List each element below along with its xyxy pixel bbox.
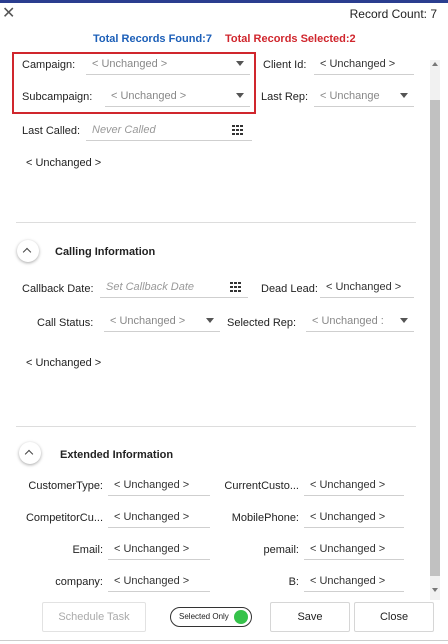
extended-section-title: Extended Information [60,449,174,461]
extended-left-label: CustomerType: [28,480,103,492]
subcampaign-select[interactable]: < Unchanged > [105,85,250,107]
schedule-task-button[interactable]: Schedule Task [42,602,146,632]
extended-left-label: Email: [72,544,103,556]
campaign-label: Campaign: [22,59,76,71]
window-top-bar [0,0,448,3]
chevron-down-icon [206,318,214,323]
dead-lead-label: Dead Lead: [261,283,318,295]
call-status-select[interactable]: < Unchanged > [104,310,220,332]
extended-right-field[interactable]: < Unchanged > [304,570,404,592]
last-called-field[interactable]: Never Called [86,119,252,141]
collapse-extended-button[interactable] [19,442,41,464]
scrollbar-thumb[interactable] [430,100,440,576]
extended-right-label: CurrentCusto... [224,480,299,492]
calendar-icon[interactable] [230,282,242,293]
campaign-select[interactable]: < Unchanged > [86,53,250,75]
calling-notes-value[interactable]: < Unchanged > [26,357,101,369]
chevron-down-icon [400,93,408,98]
last-rep-value: < Unchange [320,90,380,102]
close-icon[interactable]: ✕ [2,5,15,23]
extended-left-field[interactable]: < Unchanged > [108,506,210,528]
callback-date-placeholder: Set Callback Date [106,281,195,293]
extended-left-field[interactable]: < Unchanged > [108,474,210,496]
client-id-field[interactable]: < Unchanged > [314,53,414,75]
extended-right-field[interactable]: < Unchanged > [304,474,404,496]
subcampaign-label: Subcampaign: [22,91,93,103]
dead-lead-field[interactable]: < Unchanged > [320,276,414,298]
extended-right-label: MobilePhone: [231,512,299,524]
selected-only-label: Selected Only [179,612,229,621]
extended-right-label: B: [288,576,299,588]
last-called-placeholder: Never Called [92,124,156,136]
section-divider [16,426,416,427]
extended-left-label: company: [55,576,103,588]
section-divider [16,222,416,223]
extended-right-field[interactable]: < Unchanged > [304,506,404,528]
callback-date-label: Callback Date: [22,283,94,295]
selected-only-toggle[interactable]: Selected Only [170,607,252,627]
client-id-label: Client Id: [263,59,307,71]
record-count: Record Count: 7 [349,7,437,21]
last-rep-select[interactable]: < Unchange [314,85,414,107]
save-button[interactable]: Save [270,602,350,632]
last-called-label: Last Called: [22,125,81,137]
campaign-value: < Unchanged > [92,58,168,70]
extended-left-label: CompetitorCu... [25,512,103,524]
call-status-label: Call Status: [37,317,94,329]
general-notes-value[interactable]: < Unchanged > [26,157,101,169]
chevron-down-icon [236,61,244,66]
selected-rep-label: Selected Rep: [227,317,297,329]
scroll-down-icon[interactable] [432,588,438,592]
total-records-found: Total Records Found:7 [93,33,212,45]
selected-rep-select[interactable]: < Unchanged : [306,310,414,332]
extended-left-field[interactable]: < Unchanged > [108,538,210,560]
footer-divider [0,640,448,641]
collapse-calling-button[interactable] [17,240,39,262]
extended-right-field[interactable]: < Unchanged > [304,538,404,560]
chevron-down-icon [236,93,244,98]
call-status-value: < Unchanged > [110,315,186,327]
chevron-down-icon [400,318,408,323]
extended-right-label: pemail: [263,544,299,556]
scroll-up-icon[interactable] [432,62,438,66]
selected-rep-value: < Unchanged : [312,315,384,327]
subcampaign-value: < Unchanged > [111,90,187,102]
calling-section-title: Calling Information [55,246,156,258]
total-records-selected: Total Records Selected:2 [225,33,356,45]
extended-left-field[interactable]: < Unchanged > [108,570,210,592]
callback-date-field[interactable]: Set Callback Date [100,276,248,298]
calendar-icon[interactable] [232,125,244,136]
last-rep-label: Last Rep: [261,91,309,103]
close-button[interactable]: Close [354,602,434,632]
toggle-knob [234,610,248,624]
